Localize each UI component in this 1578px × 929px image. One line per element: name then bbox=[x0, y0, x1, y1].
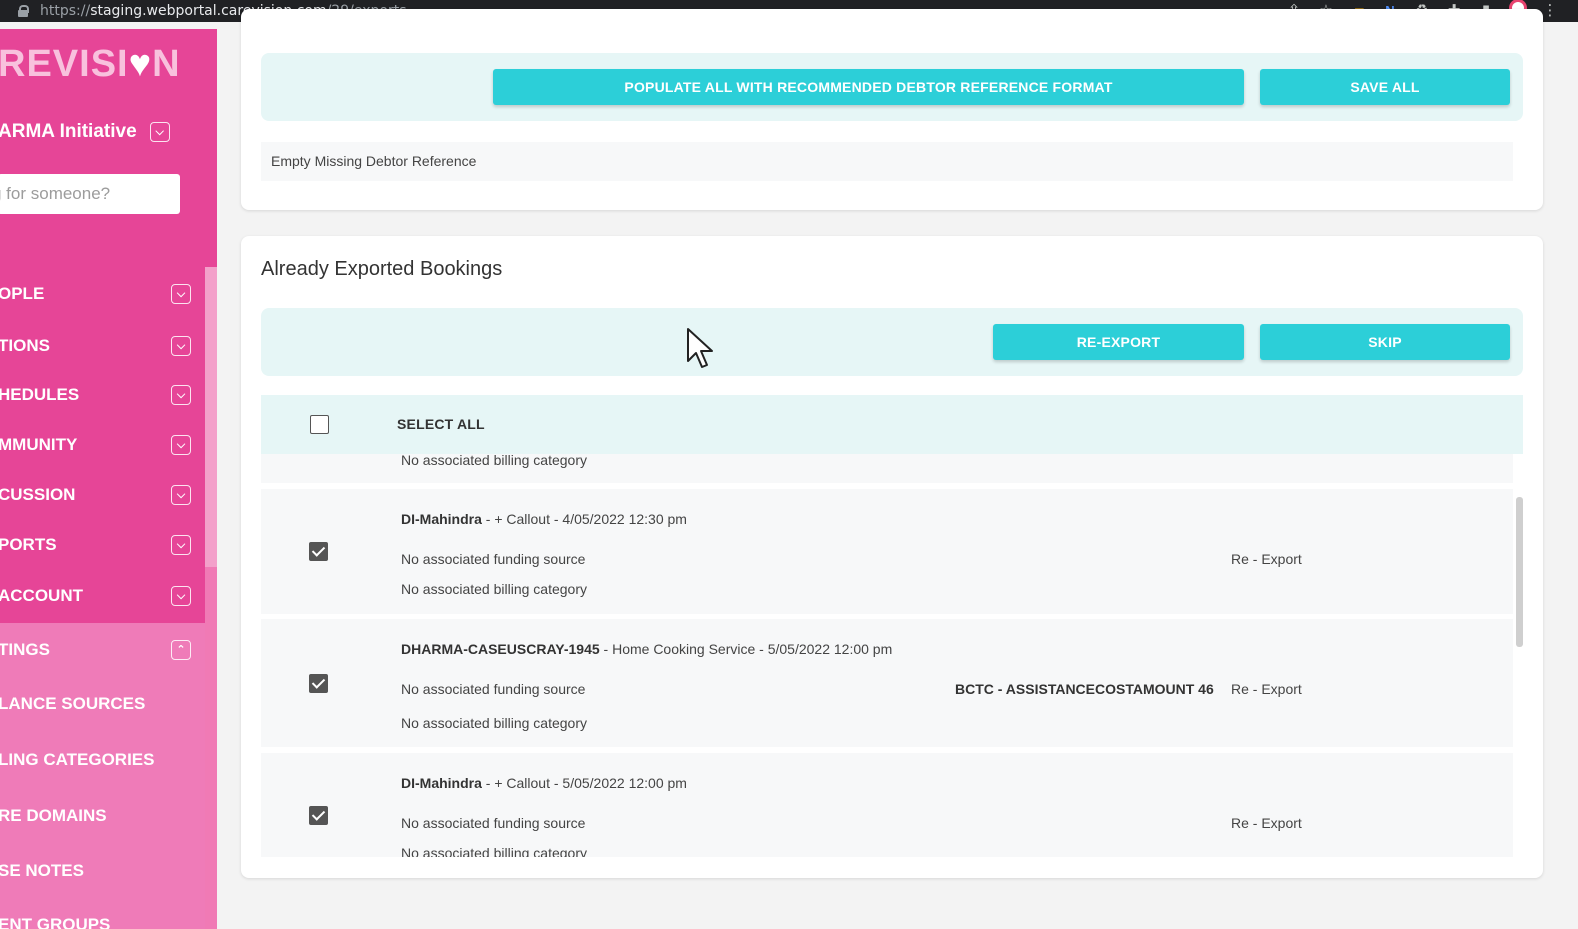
booking-title: DI-Mahindra - + Callout - 4/05/2022 12:3… bbox=[401, 511, 687, 527]
nav-people[interactable]: OPLE ⌵ bbox=[0, 274, 205, 314]
nav-settings[interactable]: TINGS ⌃ bbox=[0, 630, 205, 670]
chevron-down-icon[interactable]: ⌵ bbox=[171, 586, 191, 606]
sub-item-care-domains[interactable]: RE DOMAINS bbox=[0, 806, 205, 826]
chevron-down-icon[interactable]: ⌵ bbox=[171, 284, 191, 304]
select-all-label[interactable]: SELECT ALL bbox=[397, 416, 485, 432]
funding-source-text: No associated funding source bbox=[401, 681, 586, 697]
list-item: DI-Mahindra - + Callout - 4/05/2022 12:3… bbox=[261, 489, 1513, 614]
carevision-logo[interactable]: REVISI♥N bbox=[0, 43, 181, 86]
skip-button[interactable]: SKIP bbox=[1260, 324, 1510, 360]
re-export-status: Re - Export bbox=[1231, 815, 1302, 831]
empty-missing-debtor-reference: Empty Missing Debtor Reference bbox=[261, 142, 1513, 181]
save-all-button[interactable]: SAVE ALL bbox=[1260, 69, 1510, 105]
booking-details: - + Callout - 4/05/2022 12:30 pm bbox=[481, 511, 687, 527]
billing-category-text: No associated billing category bbox=[401, 715, 587, 731]
billing-category-text: No associated billing category bbox=[401, 454, 587, 468]
org-name: ARMA Initiative bbox=[0, 121, 137, 142]
row-checkbox[interactable] bbox=[309, 542, 328, 561]
select-all-bar: SELECT ALL bbox=[261, 395, 1523, 454]
client-name: DI-Mahindra bbox=[401, 511, 482, 527]
nav-discussion[interactable]: CUSSION ⌵ bbox=[0, 475, 205, 515]
booking-title: DHARMA-CASEUSCRAY-1945 - Home Cooking Se… bbox=[401, 641, 892, 657]
row-checkbox[interactable] bbox=[309, 674, 328, 693]
nav-schedules[interactable]: HEDULES ⌵ bbox=[0, 375, 205, 415]
heart-icon: ♥ bbox=[128, 43, 153, 85]
exported-toolbar: RE-EXPORT SKIP bbox=[261, 308, 1523, 376]
sub-item-billing-categories[interactable]: LING CATEGORIES bbox=[0, 750, 205, 770]
re-export-status: Re - Export bbox=[1231, 551, 1302, 567]
client-name: DHARMA-CASEUSCRAY-1945 bbox=[401, 641, 600, 657]
sub-item-case-notes[interactable]: SE NOTES bbox=[0, 861, 205, 881]
list-scrollbar-thumb[interactable] bbox=[1516, 497, 1523, 647]
sub-item-client-groups[interactable]: ENT GROUPS bbox=[0, 915, 205, 929]
chevron-down-icon[interactable]: ⌵ bbox=[171, 385, 191, 405]
org-switcher[interactable]: ARMA Initiative ⌵ bbox=[0, 121, 170, 143]
people-search-input[interactable] bbox=[0, 174, 180, 214]
debtor-reference-toolbar: POPULATE ALL WITH RECOMMENDED DEBTOR REF… bbox=[261, 53, 1523, 121]
chevron-down-icon[interactable]: ⌵ bbox=[171, 336, 191, 356]
nav-community[interactable]: MMUNITY ⌵ bbox=[0, 425, 205, 465]
chevron-down-icon[interactable]: ⌵ bbox=[171, 485, 191, 505]
main-content: POPULATE ALL WITH RECOMMENDED DEBTOR REF… bbox=[217, 9, 1578, 929]
lock-icon bbox=[18, 5, 29, 17]
nav-reports[interactable]: PORTS ⌵ bbox=[0, 525, 205, 565]
re-export-status: Re - Export bbox=[1231, 681, 1302, 697]
missing-debtor-reference-card: POPULATE ALL WITH RECOMMENDED DEBTOR REF… bbox=[241, 9, 1543, 210]
booking-details: - Home Cooking Service - 5/05/2022 12:00… bbox=[599, 641, 893, 657]
booking-title: DI-Mahindra - + Callout - 5/05/2022 12:0… bbox=[401, 775, 687, 791]
sub-item-funding-sources[interactable]: LANCE SOURCES bbox=[0, 694, 205, 714]
sidebar-scrollbar-thumb[interactable] bbox=[205, 267, 217, 567]
nav-account[interactable]: ACCOUNT ⌵ bbox=[0, 576, 205, 616]
populate-recommended-format-button[interactable]: POPULATE ALL WITH RECOMMENDED DEBTOR REF… bbox=[493, 69, 1244, 105]
list-item: DHARMA-CASEUSCRAY-1945 - Home Cooking Se… bbox=[261, 619, 1513, 747]
billing-category-text: No associated billing category bbox=[401, 581, 587, 597]
client-name: DI-Mahindra bbox=[401, 775, 482, 791]
list-item: No associated billing category bbox=[261, 454, 1513, 483]
list-item: DI-Mahindra - + Callout - 5/05/2022 12:0… bbox=[261, 753, 1513, 857]
sidebar: REVISI♥N ARMA Initiative ⌵ OPLE⌵ TIONS⌵ … bbox=[0, 29, 217, 929]
url-scheme: https:// bbox=[40, 3, 91, 19]
exported-bookings-list[interactable]: No associated billing category DI-Mahind… bbox=[261, 454, 1523, 857]
billing-code-text: BCTC - ASSISTANCECOSTAMOUNT 46 bbox=[955, 681, 1214, 697]
chevron-down-icon[interactable]: ⌵ bbox=[149, 122, 170, 142]
row-checkbox[interactable] bbox=[309, 806, 328, 825]
browser-menu-icon[interactable]: ⋮ bbox=[1540, 0, 1560, 22]
nav-locations[interactable]: TIONS ⌵ bbox=[0, 326, 205, 366]
funding-source-text: No associated funding source bbox=[401, 551, 586, 567]
booking-details: - + Callout - 5/05/2022 12:00 pm bbox=[481, 775, 687, 791]
mouse-cursor-icon bbox=[687, 328, 713, 368]
chevron-down-icon[interactable]: ⌵ bbox=[171, 535, 191, 555]
section-title: Already Exported Bookings bbox=[261, 258, 503, 280]
chevron-up-icon[interactable]: ⌃ bbox=[171, 640, 191, 660]
chevron-down-icon[interactable]: ⌵ bbox=[171, 435, 191, 455]
funding-source-text: No associated funding source bbox=[401, 815, 586, 831]
billing-category-text: No associated billing category bbox=[401, 845, 587, 857]
re-export-button[interactable]: RE-EXPORT bbox=[993, 324, 1244, 360]
already-exported-card: Already Exported Bookings RE-EXPORT SKIP… bbox=[241, 236, 1543, 878]
select-all-checkbox[interactable] bbox=[310, 415, 329, 434]
